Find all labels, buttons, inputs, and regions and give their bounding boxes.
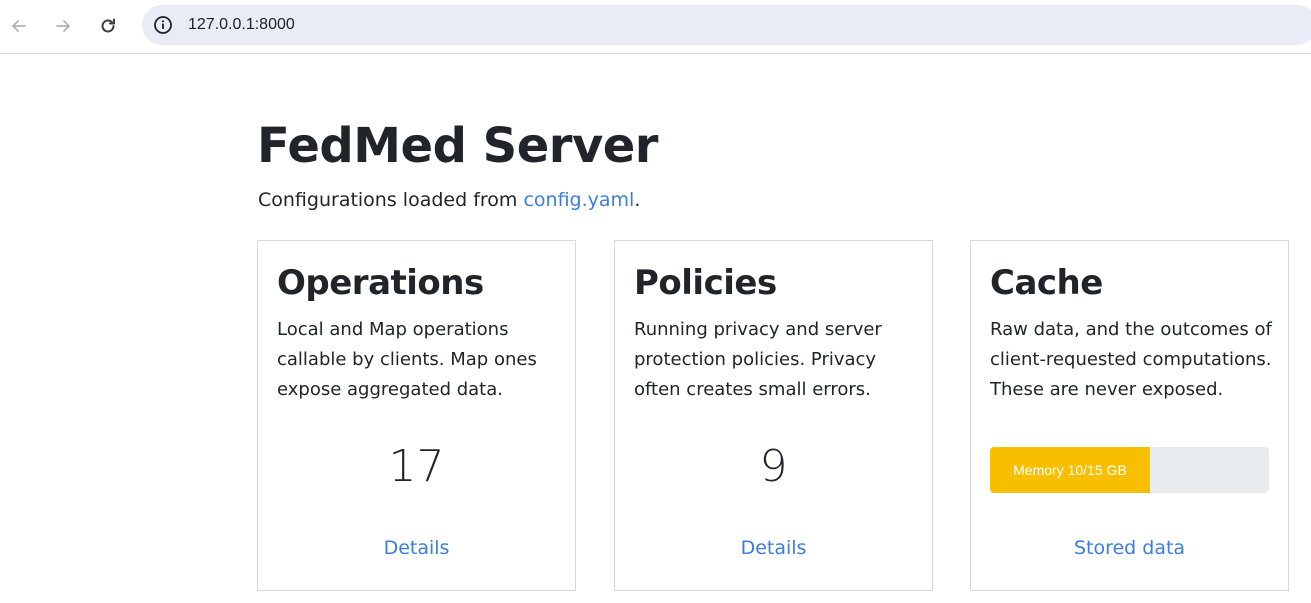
- memory-progress: Memory 10/15 GB: [990, 447, 1269, 493]
- policies-card: Policies Running privacy and server prot…: [614, 240, 933, 591]
- arrow-left-icon: [12, 20, 26, 32]
- operations-card: Operations Local and Map operations call…: [257, 240, 576, 591]
- operations-count: 17: [388, 441, 445, 492]
- config-file-link[interactable]: config.yaml: [523, 189, 634, 211]
- cache-card: Cache Raw data, and the outcomes of clie…: [970, 240, 1289, 591]
- card-description: Raw data, and the outcomes of client-req…: [990, 319, 1272, 400]
- arrow-right-icon: [56, 20, 70, 32]
- page-subtitle: Configurations loaded from config.yaml.: [258, 189, 640, 211]
- card-description: Local and Map operations callable by cli…: [277, 319, 537, 400]
- url-text[interactable]: 127.0.0.1:8000: [188, 16, 295, 34]
- card-description: Running privacy and server protection po…: [634, 319, 882, 400]
- page-title: FedMed Server: [257, 118, 658, 174]
- subtitle-period: .: [634, 189, 641, 211]
- reload-button[interactable]: [91, 9, 125, 43]
- subtitle-text: Configurations loaded from: [258, 189, 524, 211]
- policies-count: 9: [759, 441, 788, 492]
- card-title: Operations: [277, 263, 484, 303]
- site-info-button[interactable]: [152, 14, 174, 36]
- forward-button[interactable]: [46, 9, 80, 43]
- policies-details-link[interactable]: Details: [615, 537, 932, 559]
- operations-details-link[interactable]: Details: [258, 537, 575, 559]
- card-title: Policies: [634, 263, 777, 303]
- card-title: Cache: [990, 263, 1103, 303]
- stored-data-link[interactable]: Stored data: [971, 537, 1288, 559]
- memory-progress-bar: Memory 10/15 GB: [990, 447, 1150, 493]
- address-bar[interactable]: 127.0.0.1:8000: [142, 5, 1311, 45]
- back-button[interactable]: [2, 9, 36, 43]
- browser-toolbar: 127.0.0.1:8000: [0, 0, 1311, 54]
- info-icon: [154, 16, 172, 34]
- reload-icon: [101, 18, 115, 33]
